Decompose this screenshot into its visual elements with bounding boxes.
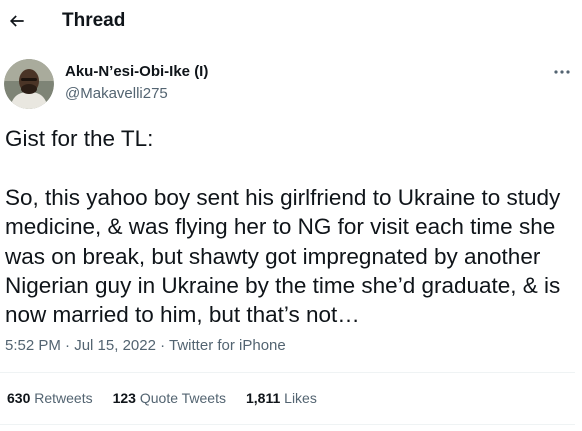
avatar[interactable] bbox=[4, 59, 54, 109]
likes-count: 1,811 bbox=[246, 390, 281, 406]
quote-tweets-count: 123 bbox=[112, 390, 136, 406]
tweet-metadata: 5:52 PM · Jul 15, 2022 · Twitter for iPh… bbox=[5, 337, 286, 354]
tweet-date[interactable]: Jul 15, 2022 bbox=[74, 337, 156, 354]
quote-tweets-label: Quote Tweets bbox=[139, 390, 226, 406]
more-horizontal-icon bbox=[554, 70, 570, 74]
author-display-name[interactable]: Aku-N’esi-Obi-Ike (I) bbox=[65, 63, 208, 80]
retweets-stat[interactable]: 630 Retweets bbox=[7, 390, 93, 406]
more-options-button[interactable] bbox=[548, 60, 576, 84]
retweets-count: 630 bbox=[7, 390, 31, 406]
author-handle[interactable]: @Makavelli275 bbox=[65, 85, 168, 102]
likes-stat[interactable]: 1,811 Likes bbox=[246, 390, 317, 406]
tweet-source[interactable]: Twitter for iPhone bbox=[169, 337, 286, 354]
divider bbox=[0, 424, 575, 425]
tweet-stats: 630 Retweets 123 Quote Tweets 1,811 Like… bbox=[7, 390, 337, 406]
arrow-left-icon bbox=[9, 15, 24, 27]
meta-separator: · bbox=[155, 337, 170, 354]
divider bbox=[0, 372, 575, 373]
back-button[interactable] bbox=[2, 6, 32, 36]
retweets-label: Retweets bbox=[34, 390, 93, 406]
meta-separator: · bbox=[60, 337, 75, 354]
quote-tweets-stat[interactable]: 123 Quote Tweets bbox=[113, 390, 226, 406]
page-title: Thread bbox=[62, 10, 126, 31]
tweet-time[interactable]: 5:52 PM bbox=[5, 337, 61, 354]
profile-photo bbox=[4, 59, 54, 109]
tweet-text: Gist for the TL: So, this yahoo boy sent… bbox=[5, 126, 561, 328]
likes-label: Likes bbox=[284, 390, 317, 406]
header-bar: Thread bbox=[0, 0, 582, 44]
